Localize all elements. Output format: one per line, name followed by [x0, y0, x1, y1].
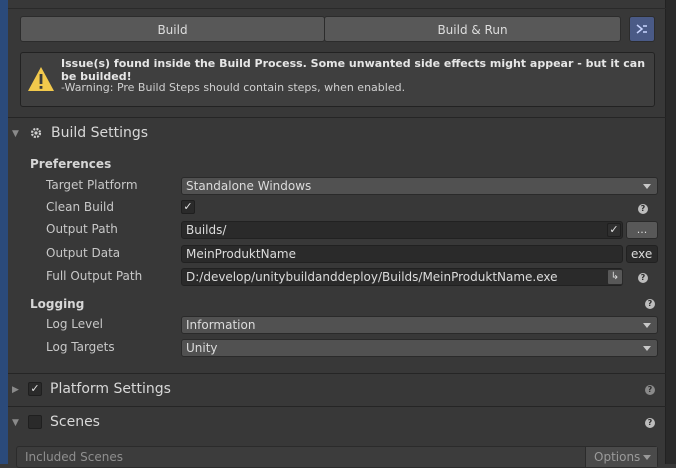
log-targets-value: Unity	[186, 341, 218, 355]
build-and-run-button[interactable]: Build & Run	[324, 16, 621, 42]
warning-help-box: Issue(s) found inside the Build Process.…	[20, 52, 655, 107]
platform-settings-checkbox[interactable]: ✓	[28, 382, 42, 396]
fold-arrow-right-icon[interactable]: ▶	[12, 385, 22, 395]
check-icon: ✓	[183, 200, 193, 213]
log-level-value: Information	[186, 318, 256, 332]
fold-arrow-down-icon[interactable]: ▼	[12, 129, 22, 139]
chevron-down-icon	[643, 184, 651, 189]
chevron-down-icon	[643, 323, 651, 328]
inspector-panel: Build Build & Run Issue(s) found inside …	[8, 0, 666, 468]
clean-build-checkbox[interactable]: ✓	[181, 200, 195, 214]
output-path-label: Output Path	[46, 222, 118, 236]
chevron-down-icon	[643, 346, 651, 351]
fold-arrow-down-icon[interactable]: ▼	[12, 418, 22, 428]
output-extension-field[interactable]: exe	[626, 245, 658, 263]
warning-icon	[28, 67, 54, 91]
help-icon[interactable]: ?	[638, 204, 648, 214]
help-icon[interactable]: ?	[645, 418, 655, 428]
full-output-path-label: Full Output Path	[46, 269, 143, 283]
branch-icon-button[interactable]	[629, 16, 655, 42]
chevron-down-icon	[643, 455, 651, 460]
target-platform-value: Standalone Windows	[186, 179, 312, 193]
clean-build-label: Clean Build	[46, 200, 114, 214]
scenes-header[interactable]: ▼ Scenes ?	[8, 407, 666, 439]
options-label: Options	[594, 450, 641, 464]
scenes-checkbox[interactable]	[28, 415, 42, 429]
branch-icon	[636, 24, 647, 34]
platform-settings-header[interactable]: ▶ ✓ Platform Settings ?	[8, 374, 666, 406]
help-icon[interactable]: ?	[645, 385, 655, 395]
included-scenes-list[interactable]: Included Scenes Options	[16, 446, 658, 468]
check-icon: ✓	[609, 223, 619, 236]
check-icon: ✓	[30, 382, 40, 395]
output-data-field[interactable]: MeinProduktName	[181, 245, 623, 263]
help-title: Issue(s) found inside the Build Process.…	[61, 57, 646, 83]
output-data-label: Output Data	[46, 246, 121, 260]
log-level-label: Log Level	[46, 317, 103, 331]
included-scenes-label: Included Scenes	[25, 450, 123, 464]
section-title: Platform Settings	[50, 381, 171, 397]
scrollbar[interactable]	[665, 0, 676, 464]
logging-heading: Logging	[30, 297, 85, 311]
build-settings-header[interactable]: ▼ Build Settings	[8, 118, 666, 150]
open-folder-icon[interactable]: ↳	[607, 269, 623, 285]
options-dropdown[interactable]: Options	[585, 447, 657, 467]
browse-button[interactable]: ...	[626, 221, 658, 239]
top-divider	[8, 0, 666, 9]
left-edge-bar	[0, 0, 8, 464]
help-icon[interactable]: ?	[638, 273, 648, 283]
section-title: Scenes	[50, 414, 100, 430]
log-level-dropdown[interactable]: Information	[181, 316, 658, 334]
build-button[interactable]: Build	[20, 16, 325, 42]
log-targets-label: Log Targets	[46, 340, 115, 354]
log-targets-dropdown[interactable]: Unity	[181, 339, 658, 357]
section-title: Build Settings	[51, 125, 149, 141]
output-path-field[interactable]: Builds/	[181, 221, 623, 239]
target-platform-label: Target Platform	[46, 178, 138, 192]
gear-icon	[30, 127, 42, 139]
output-path-toggle[interactable]: ✓	[607, 223, 621, 237]
help-icon[interactable]: ?	[645, 299, 655, 309]
help-warning-text: -Warning: Pre Build Steps should contain…	[61, 81, 406, 94]
full-output-path-field: D:/develop/unitybuildanddeploy/Builds/Me…	[181, 268, 623, 286]
preferences-heading: Preferences	[30, 157, 112, 171]
target-platform-dropdown[interactable]: Standalone Windows	[181, 177, 658, 195]
